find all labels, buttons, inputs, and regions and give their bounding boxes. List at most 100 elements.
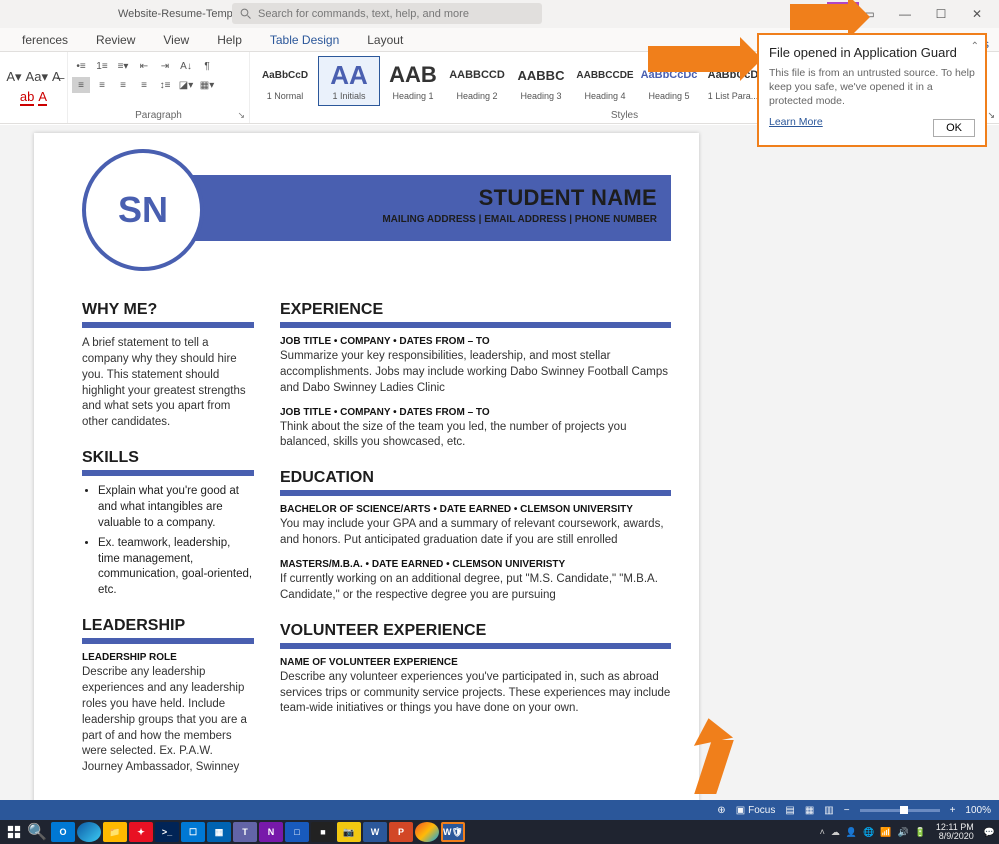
tab-layout[interactable]: Layout [353,29,417,51]
collapse-icon[interactable]: ⌃ [971,41,979,52]
highlight-icon[interactable]: ab [20,89,34,106]
annotation-arrow [790,4,850,30]
annotation-arrow [695,724,729,794]
taskbar-app-generic[interactable]: □ [285,822,309,842]
zoom-slider[interactable] [860,809,940,812]
search-icon [240,8,252,20]
align-left-icon[interactable]: ≡ [72,77,90,93]
taskbar-clock[interactable]: 12:11 PM 8/9/2020 [936,823,974,842]
tray-network-icon[interactable]: 🌐 [863,827,874,838]
tab-review[interactable]: Review [82,29,149,51]
borders-icon[interactable]: ▦▾ [198,77,216,93]
paragraph-group: •≡ 1≡ ≡▾ ⇤ ⇥ A↓ ¶ ≡ ≡ ≡ ≡ ↕≡ ◪▾ ▦▾ Parag… [68,52,250,123]
taskbar-app-outlook[interactable]: O [51,822,75,842]
style-heading3[interactable]: AABBCHeading 3 [510,56,572,106]
ok-button[interactable]: OK [933,119,975,137]
sort-icon[interactable]: A↓ [177,58,195,74]
styles-dialog-launcher[interactable]: ↘ [987,110,995,121]
zoom-level[interactable]: 100% [965,805,991,816]
focus-mode-button[interactable]: ▣Focus [736,805,776,816]
font-size-icon[interactable]: Aa▾ [26,69,48,85]
minimize-button[interactable]: — [887,0,923,28]
tray-people-icon[interactable]: 👤 [846,827,857,838]
taskbar-app-calculator[interactable]: ▦ [207,822,231,842]
align-center-icon[interactable]: ≡ [93,77,111,93]
taskbar-app-edge[interactable] [77,822,101,842]
learn-more-link[interactable]: Learn More [769,116,823,128]
leadership-role: LEADERSHIP ROLE [82,652,254,663]
tab-help[interactable]: Help [203,29,256,51]
taskbar-app-cmd[interactable]: ■ [311,822,335,842]
application-guard-notification: ⌃ File opened in Application Guard This … [757,33,987,147]
search-box[interactable]: Search for commands, text, help, and mor… [232,3,542,24]
style-heading2[interactable]: AABBCCDHeading 2 [446,56,508,106]
taskbar-app-word-guard[interactable]: W🛡 [441,822,465,842]
style-normal[interactable]: AaBbCcD1 Normal [254,56,316,106]
taskbar-app-teams[interactable]: T [233,822,257,842]
align-right-icon[interactable]: ≡ [114,77,132,93]
taskbar-app-word[interactable]: W [363,822,387,842]
taskbar-app-explorer[interactable]: 📁 [103,822,127,842]
zoom-in-button[interactable]: + [950,805,956,816]
maximize-button[interactable]: ☐ [923,0,959,28]
start-button[interactable] [4,822,24,842]
taskbar-app-generic[interactable]: ✦ [129,822,153,842]
tray-chevron-icon[interactable]: ˄ [820,827,825,837]
taskbar-app-onenote[interactable]: N [259,822,283,842]
web-layout-icon[interactable]: ▥ [824,805,833,816]
tab-view[interactable]: View [149,29,203,51]
taskbar-search-icon[interactable]: 🔍 [27,822,47,842]
close-button[interactable]: ✕ [959,0,995,28]
document-title: Website-Resume-Template [118,8,250,20]
print-layout-icon[interactable]: ▦ [805,805,814,816]
search-placeholder: Search for commands, text, help, and mor… [258,8,469,20]
multilevel-icon[interactable]: ≡▾ [114,58,132,74]
deg2-head: MASTERS/M.B.A. • DATE EARNED • CLEMSON U… [280,559,671,570]
document-canvas[interactable]: STUDENT NAME MAILING ADDRESS | EMAIL ADD… [0,125,999,820]
tray-onedrive-icon[interactable]: ☁ [831,827,840,838]
taskbar-app-camera[interactable]: 📷 [337,822,361,842]
skill-item: Ex. teamwork, leadership, time managemen… [98,536,254,599]
zoom-out-button[interactable]: − [844,805,850,816]
read-mode-icon[interactable]: ▤ [785,805,794,816]
taskbar-app-powerpoint[interactable]: P [389,822,413,842]
justify-icon[interactable]: ≡ [135,77,153,93]
numbering-icon[interactable]: 1≡ [93,58,111,74]
skill-item: Explain what you're good at and what int… [98,484,254,532]
font-group: A▾Aa▾A̶ abA ↘ [0,52,68,123]
job1-text: Summarize your key responsibilities, lea… [280,349,671,397]
increase-indent-icon[interactable]: ⇥ [156,58,174,74]
line-spacing-icon[interactable]: ↕≡ [156,77,174,93]
style-heading1[interactable]: AABHeading 1 [382,56,444,106]
tray-wifi-icon[interactable]: 📶 [880,827,891,838]
display-settings-icon[interactable]: ⊕ [717,805,725,816]
system-tray: ˄ ☁ 👤 🌐 📶 🔊 🔋 12:11 PM 8/9/2020 💬 [820,823,995,842]
tab-table-design[interactable]: Table Design [256,29,353,51]
education-heading: EDUCATION [280,469,671,487]
tab-references[interactable]: ferences [8,29,82,51]
taskbar-app-paint3d[interactable] [415,822,439,842]
volunteer-text: Describe any volunteer experiences you'v… [280,670,671,718]
bullets-icon[interactable]: •≡ [72,58,90,74]
change-case-icon[interactable]: A▾ [6,69,21,85]
style-initials[interactable]: AA1 Initials [318,56,380,106]
tray-battery-icon[interactable]: 🔋 [915,827,926,838]
decrease-indent-icon[interactable]: ⇤ [135,58,153,74]
resume-header: STUDENT NAME MAILING ADDRESS | EMAIL ADD… [82,155,671,267]
tray-notifications-icon[interactable]: 💬 [984,827,995,838]
taskbar-app-terminal[interactable]: >_ [155,822,179,842]
shading-icon[interactable]: ◪▾ [177,77,195,93]
resume-page[interactable]: STUDENT NAME MAILING ADDRESS | EMAIL ADD… [34,133,699,813]
font-color-icon[interactable]: A [38,89,47,106]
initials-text: SN [118,189,168,231]
tray-volume-icon[interactable]: 🔊 [897,827,908,838]
contact-line: MAILING ADDRESS | EMAIL ADDRESS | PHONE … [164,214,657,225]
show-marks-icon[interactable]: ¶ [198,58,216,74]
why-me-heading: WHY ME? [82,301,254,319]
experience-heading: EXPERIENCE [280,301,671,319]
paragraph-dialog-launcher[interactable]: ↘ [237,110,245,121]
clear-format-icon[interactable]: A̶ [52,69,61,85]
notification-title: File opened in Application Guard [769,45,975,60]
taskbar-app-generic[interactable]: ☐ [181,822,205,842]
style-heading4[interactable]: AABBCCDEHeading 4 [574,56,636,106]
